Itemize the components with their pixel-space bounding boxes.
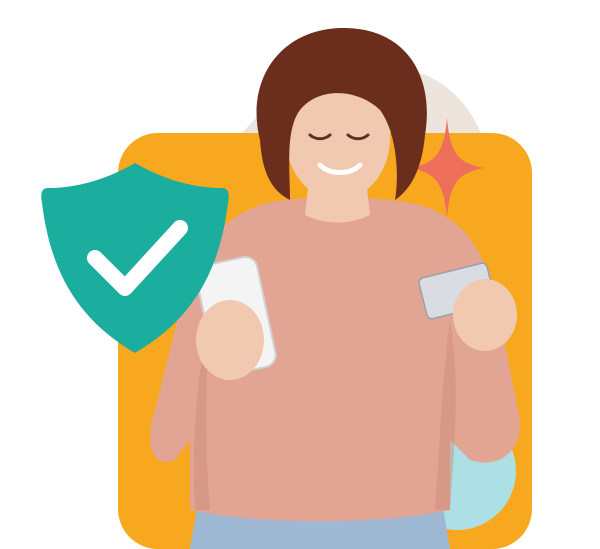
- shield-shape: [41, 163, 229, 353]
- right-hand: [453, 279, 517, 351]
- hero-illustration: [0, 0, 600, 549]
- shield-check-icon: [41, 163, 229, 353]
